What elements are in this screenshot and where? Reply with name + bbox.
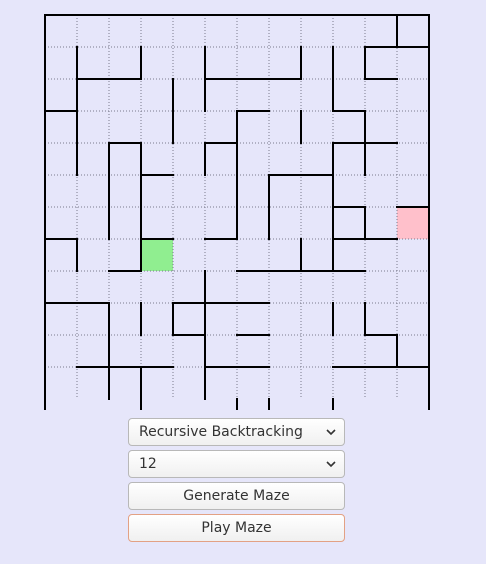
chevron-down-icon: [326, 429, 336, 436]
maze-board[interactable]: [0, 0, 486, 410]
play-maze-button[interactable]: Play Maze: [128, 514, 345, 542]
size-select-value: 12: [139, 456, 157, 472]
chevron-down-icon: [326, 461, 336, 468]
algorithm-select-value: Recursive Backtracking: [139, 424, 303, 440]
goal-cell: [397, 207, 429, 239]
start-cell: [141, 239, 173, 271]
generate-maze-button[interactable]: Generate Maze: [128, 482, 345, 510]
algorithm-select[interactable]: Recursive Backtracking: [128, 418, 345, 446]
size-select[interactable]: 12: [128, 450, 345, 478]
